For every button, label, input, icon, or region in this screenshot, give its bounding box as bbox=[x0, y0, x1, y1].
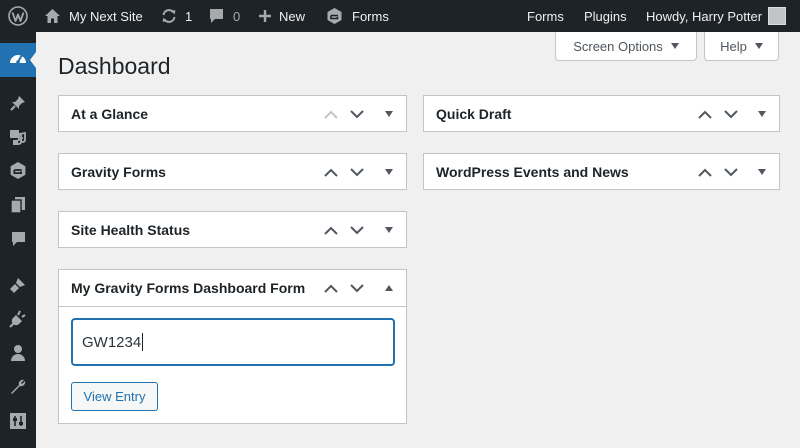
widget-at-a-glance: At a Glance bbox=[58, 95, 407, 132]
toggle-panel-icon[interactable] bbox=[376, 270, 402, 306]
entry-id-value: GW1234 bbox=[82, 333, 142, 351]
forms-label: Forms bbox=[352, 8, 389, 24]
caret-down-icon bbox=[670, 43, 679, 49]
text-cursor bbox=[142, 333, 144, 351]
move-up-icon[interactable] bbox=[318, 154, 344, 190]
move-down-icon[interactable] bbox=[344, 96, 370, 132]
greeting-label: Howdy, Harry Potter bbox=[646, 8, 763, 24]
toggle-panel-icon[interactable] bbox=[749, 96, 775, 132]
updates-icon bbox=[160, 7, 178, 25]
screen-options-label: Screen Options bbox=[573, 38, 663, 54]
new-content-link[interactable]: New bbox=[258, 0, 305, 32]
sidebar-item-posts[interactable] bbox=[0, 88, 36, 122]
forms-top-label: Forms bbox=[527, 8, 564, 24]
site-name-label: My Next Site bbox=[69, 8, 143, 24]
widget-title: At a Glance bbox=[71, 106, 149, 122]
widget-site-health: Site Health Status bbox=[58, 211, 407, 248]
move-down-icon[interactable] bbox=[344, 270, 370, 306]
user-icon bbox=[10, 344, 26, 367]
move-up-icon[interactable] bbox=[692, 154, 718, 190]
admin-sidebar bbox=[0, 32, 36, 448]
view-entry-button[interactable]: View Entry bbox=[71, 382, 158, 411]
widget-title: Site Health Status bbox=[71, 222, 191, 238]
comments-count: 0 bbox=[233, 8, 241, 24]
sidebar-item-media[interactable] bbox=[0, 122, 36, 156]
gravity-forms-icon bbox=[9, 161, 27, 185]
comments-link[interactable]: 0 bbox=[208, 0, 240, 32]
plugins-top-link[interactable]: Plugins bbox=[584, 0, 627, 32]
sidebar-item-dashboard[interactable] bbox=[0, 43, 36, 77]
paintbrush-icon bbox=[9, 276, 27, 299]
wrench-icon bbox=[9, 378, 27, 401]
page-title: Dashboard bbox=[58, 53, 171, 79]
media-icon bbox=[9, 128, 27, 151]
comment-icon bbox=[10, 231, 27, 252]
widget-events-news: WordPress Events and News bbox=[423, 153, 780, 190]
move-up-icon[interactable] bbox=[318, 96, 344, 132]
widget-title: My Gravity Forms Dashboard Form bbox=[71, 280, 306, 296]
sidebar-item-plugins[interactable] bbox=[0, 304, 36, 338]
move-down-icon[interactable] bbox=[718, 154, 744, 190]
widget-divider bbox=[59, 306, 406, 307]
sidebar-item-pages[interactable] bbox=[0, 190, 36, 224]
toggle-panel-icon[interactable] bbox=[376, 154, 402, 190]
gravity-forms-icon bbox=[326, 7, 343, 25]
widget-title: Quick Draft bbox=[436, 106, 512, 122]
move-down-icon[interactable] bbox=[718, 96, 744, 132]
help-button[interactable]: Help bbox=[704, 32, 779, 61]
forms-menu-link[interactable]: Forms bbox=[326, 0, 389, 32]
new-label: New bbox=[279, 8, 306, 24]
caret-down-icon bbox=[754, 43, 763, 49]
move-down-icon[interactable] bbox=[344, 212, 370, 248]
plus-icon bbox=[258, 9, 272, 23]
pages-icon bbox=[10, 196, 26, 219]
screen-options-button[interactable]: Screen Options bbox=[555, 32, 697, 61]
widget-dashboard-form: My Gravity Forms Dashboard Form GW1234 V… bbox=[58, 269, 407, 424]
plugins-top-label: Plugins bbox=[584, 8, 627, 24]
pushpin-icon bbox=[9, 94, 27, 117]
sidebar-item-comments[interactable] bbox=[0, 224, 36, 258]
site-name-link[interactable]: My Next Site bbox=[44, 0, 143, 32]
help-label: Help bbox=[720, 38, 747, 54]
move-up-icon[interactable] bbox=[692, 96, 718, 132]
my-account-link[interactable]: Howdy, Harry Potter bbox=[646, 0, 787, 32]
widget-quick-draft: Quick Draft bbox=[423, 95, 780, 132]
comment-icon bbox=[208, 8, 225, 24]
sidebar-item-settings[interactable] bbox=[0, 406, 36, 440]
toggle-panel-icon[interactable] bbox=[376, 212, 402, 248]
home-icon bbox=[44, 8, 61, 24]
sidebar-item-users[interactable] bbox=[0, 338, 36, 372]
move-down-icon[interactable] bbox=[344, 154, 370, 190]
sidebar-item-appearance[interactable] bbox=[0, 270, 36, 304]
plugin-icon bbox=[9, 310, 27, 333]
updates-link[interactable]: 1 bbox=[160, 0, 192, 32]
toggle-panel-icon[interactable] bbox=[376, 96, 402, 132]
sidebar-item-tools[interactable] bbox=[0, 372, 36, 406]
admin-bar: My Next Site 1 0 New Forms Forms Plugins… bbox=[0, 0, 800, 32]
dashboard-icon bbox=[8, 49, 28, 72]
widget-title: Gravity Forms bbox=[71, 164, 166, 180]
widget-title: WordPress Events and News bbox=[436, 164, 629, 180]
forms-top-link[interactable]: Forms bbox=[527, 0, 564, 32]
wordpress-logo-icon[interactable] bbox=[8, 0, 28, 32]
widget-gravity-forms: Gravity Forms bbox=[58, 153, 407, 190]
toggle-panel-icon[interactable] bbox=[749, 154, 775, 190]
move-up-icon[interactable] bbox=[318, 212, 344, 248]
avatar bbox=[768, 7, 787, 25]
entry-id-input[interactable]: GW1234 bbox=[71, 318, 395, 366]
updates-count: 1 bbox=[185, 8, 193, 24]
settings-icon bbox=[9, 412, 27, 435]
move-up-icon[interactable] bbox=[318, 270, 344, 306]
sidebar-item-forms[interactable] bbox=[0, 156, 36, 190]
